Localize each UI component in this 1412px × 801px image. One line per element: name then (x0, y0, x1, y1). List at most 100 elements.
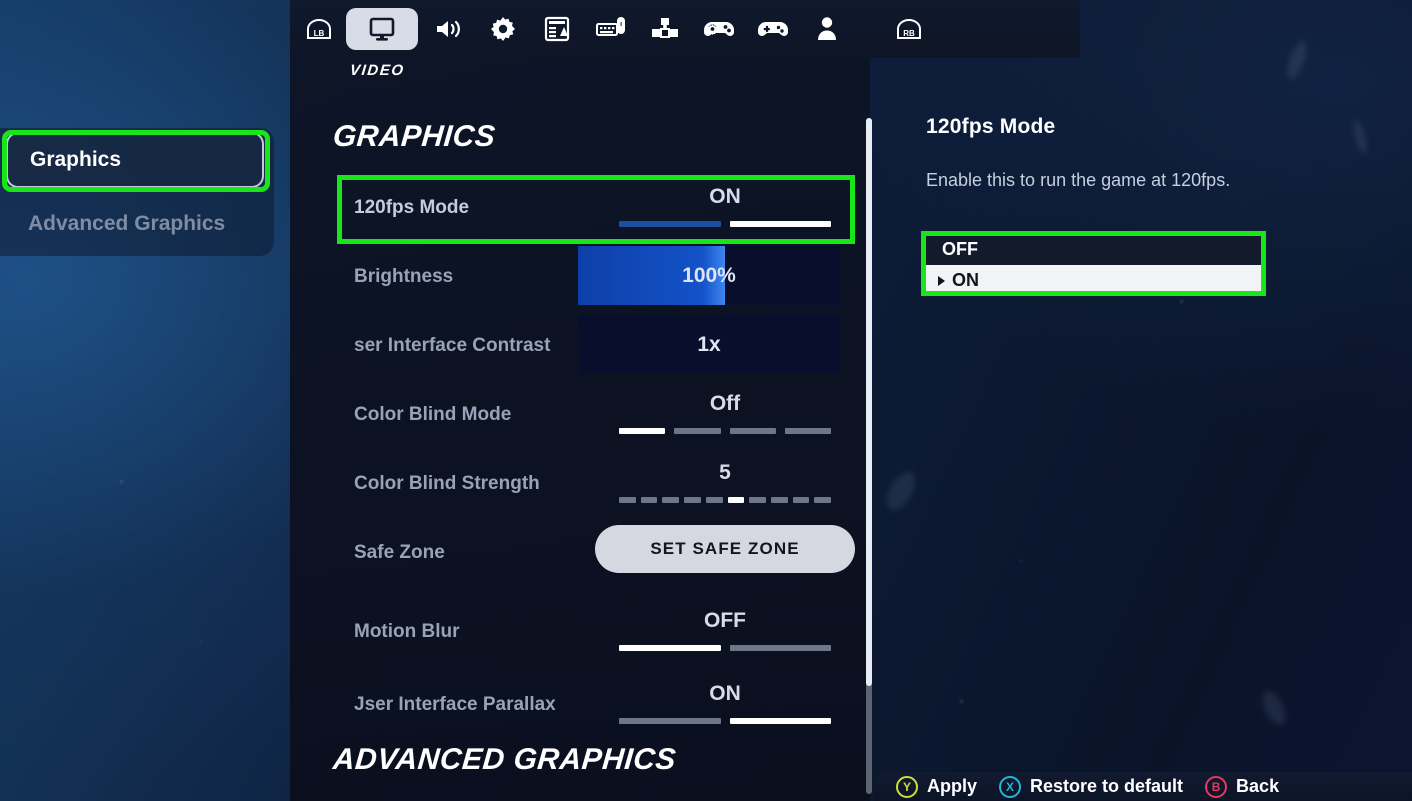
sidebar-item-graphics[interactable]: Graphics (6, 132, 264, 188)
segment-track (595, 428, 855, 434)
setting-row-color-blind-mode[interactable]: Color Blind Mode Off (290, 382, 870, 451)
setting-value: OFF (704, 609, 746, 632)
toggle-segment-on[interactable] (729, 645, 831, 651)
set-safe-zone-button[interactable]: SET SAFE ZONE (595, 525, 855, 573)
setting-label: Color Blind Strength (354, 473, 540, 494)
action-label: Apply (927, 776, 978, 796)
action-label: Restore to default (1030, 776, 1184, 796)
setting-detail-panel: 120fps Mode Enable this to run the game … (926, 115, 1346, 296)
sidebar-item-label: Graphics (30, 148, 122, 171)
button-y-icon: Y (896, 775, 918, 798)
nav-tab-hud[interactable] (530, 8, 584, 50)
setting-row-safe-zone[interactable]: Safe Zone SET SAFE ZONE (290, 520, 870, 589)
svg-text:RB: RB (903, 29, 915, 38)
detail-title: 120fps Mode (926, 115, 1056, 138)
setting-value: 100% (682, 263, 736, 287)
selected-caret-icon (938, 275, 945, 286)
toggle-segment-on[interactable] (729, 718, 831, 724)
setting-label: Brightness (354, 266, 454, 287)
segment-item[interactable] (674, 428, 721, 434)
action-restore-default[interactable]: X Restore to default (999, 775, 1184, 798)
settings-tab-bar[interactable]: LB RB (290, 0, 1080, 58)
segment-item[interactable] (727, 497, 745, 503)
sidebar-item-advanced-graphics[interactable]: Advanced Graphics (6, 196, 264, 252)
nav-tab-build[interactable] (638, 8, 692, 50)
setting-value: 1x (697, 332, 721, 356)
sidebar-item-label: Advanced Graphics (28, 212, 226, 235)
segment-item[interactable] (619, 428, 666, 434)
dropdown-option-off[interactable]: OFF (926, 234, 1264, 265)
svg-text:LB: LB (314, 29, 325, 38)
segment-track (595, 497, 855, 503)
dropdown-option-label: ON (952, 270, 979, 290)
setting-value: Off (709, 392, 741, 415)
background-glow (1350, 119, 1370, 155)
setting-label: Safe Zone (354, 542, 445, 563)
segment-item[interactable] (792, 497, 810, 503)
toggle-control-motion-blur[interactable]: OFF (595, 607, 855, 663)
setting-value: ON (709, 185, 741, 208)
segment-item[interactable] (662, 497, 680, 503)
segment-item[interactable] (705, 497, 723, 503)
nav-tab-game[interactable] (476, 8, 530, 50)
segment-control-color-blind-strength[interactable]: 5 (595, 459, 855, 515)
graphics-sidebar: Graphics Advanced Graphics (0, 128, 274, 256)
setting-label: 120fps Mode (354, 197, 470, 218)
nav-tab-account[interactable] (800, 8, 854, 50)
section-title-graphics: GRAPHICS (331, 120, 497, 153)
toggle-segment-off[interactable] (619, 718, 721, 724)
nav-tab-audio[interactable] (422, 8, 476, 50)
setting-row-brightness[interactable]: Brightness 100% (290, 244, 870, 313)
slider-brightness[interactable]: 100% (578, 246, 840, 305)
active-tab-label: VIDEO (349, 62, 406, 79)
nav-tab-controller-config[interactable] (692, 8, 746, 50)
setting-label: Jser Interface Parallax (354, 694, 556, 715)
segment-item[interactable] (619, 497, 636, 503)
background-spark (1180, 300, 1183, 303)
toggle-segment-off[interactable] (619, 221, 721, 227)
dropdown-option-on[interactable]: ON (926, 265, 1264, 296)
segment-item[interactable] (749, 497, 766, 503)
settings-scrollbar-thumb[interactable] (866, 118, 872, 686)
setting-row-ui-contrast[interactable]: ser Interface Contrast 1x (290, 313, 870, 382)
dropdown-option-label: OFF (942, 239, 978, 259)
nav-tab-controller[interactable] (746, 8, 800, 50)
background-glow (1258, 687, 1290, 729)
setting-row-ui-parallax[interactable]: Jser Interface Parallax ON (290, 672, 870, 741)
background-spark (960, 700, 963, 703)
segment-item[interactable] (640, 497, 658, 503)
bottom-action-bar: Y Apply X Restore to default B Back (874, 772, 1412, 801)
settings-list-panel: GRAPHICS 120fps Mode ON Brightness 100% … (290, 58, 870, 801)
segment-item[interactable] (814, 497, 832, 503)
detail-options-dropdown[interactable]: OFF ON (926, 234, 1264, 296)
button-b-icon: B (1205, 775, 1228, 798)
action-apply[interactable]: Y Apply (896, 775, 978, 798)
toggle-segment-on[interactable] (729, 221, 831, 227)
settings-screen: LB RB VIDEO Graphics Advanced Graphics G… (0, 0, 1412, 801)
segment-item[interactable] (684, 497, 701, 503)
slider-ui-contrast[interactable]: 1x (578, 315, 840, 374)
segment-item[interactable] (729, 428, 776, 434)
toggle-segments (595, 645, 855, 651)
background-spark (120, 480, 123, 483)
toggle-segments (595, 718, 855, 724)
shoulder-button-lb-icon[interactable]: LB (296, 8, 342, 50)
segment-item[interactable] (770, 497, 788, 503)
toggle-control-120fps[interactable]: ON (595, 183, 855, 239)
nav-tab-video[interactable] (346, 8, 418, 50)
segment-item[interactable] (784, 428, 831, 434)
action-back[interactable]: B Back (1205, 775, 1279, 798)
setting-value: 5 (719, 461, 731, 484)
setting-row-motion-blur[interactable]: Motion Blur OFF (290, 599, 870, 668)
nav-tab-input[interactable] (584, 8, 638, 50)
shoulder-button-rb-icon[interactable]: RB (886, 8, 932, 50)
setting-row-120fps-mode[interactable]: 120fps Mode ON (290, 175, 870, 244)
settings-scrollbar-track[interactable] (866, 118, 872, 794)
segment-control-color-blind-mode[interactable]: Off (595, 390, 855, 446)
background-spark (200, 640, 202, 642)
toggle-control-ui-parallax[interactable]: ON (595, 680, 855, 736)
toggle-segment-off[interactable] (619, 645, 721, 651)
setting-label: Motion Blur (354, 621, 460, 642)
setting-label: Color Blind Mode (354, 404, 512, 425)
setting-row-color-blind-strength[interactable]: Color Blind Strength 5 (290, 451, 870, 520)
